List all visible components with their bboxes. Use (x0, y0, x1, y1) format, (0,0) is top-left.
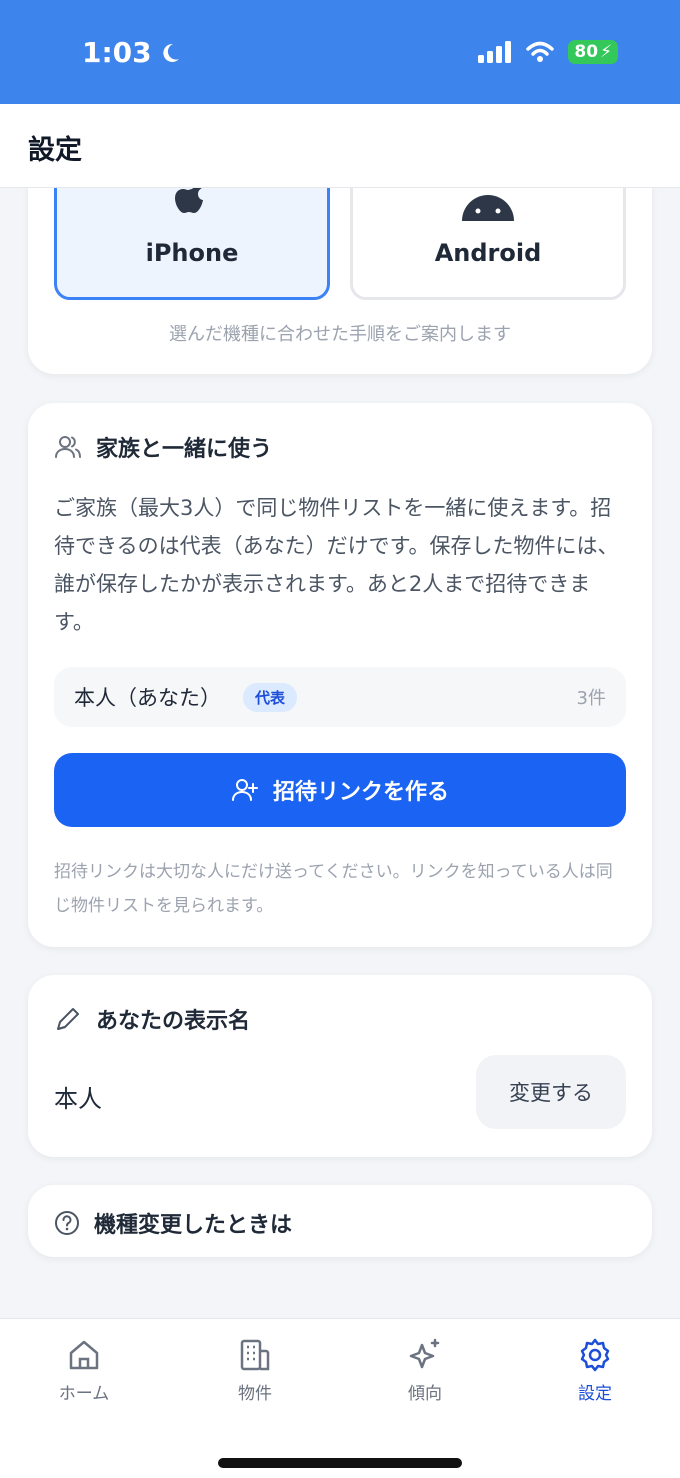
sparkles-icon (409, 1338, 440, 1369)
tab-home[interactable]: ホーム (24, 1337, 144, 1404)
status-bar: 1:03 80 ⚡ (0, 0, 680, 104)
battery-level: 80 (574, 42, 599, 62)
device-option-android[interactable]: Android (350, 188, 626, 300)
status-time: 1:03 (82, 36, 182, 69)
device-hint-text: 選んだ機種に合わせた手順をご案内します (169, 324, 511, 345)
page-title: 設定 (28, 135, 82, 166)
moon-icon (162, 43, 179, 62)
model-change-heading: 機種変更したときは (54, 1207, 292, 1239)
family-heading: 家族と一緒に使う (54, 431, 272, 463)
display-name-heading: あなたの表示名 (54, 1003, 250, 1035)
family-description: ご家族（最大3人）で同じ物件リストを一緒に使えます。招待できるのは代表（あなた）… (54, 496, 619, 634)
display-name-title: あなたの表示名 (96, 1009, 251, 1034)
family-sharing-card: 家族と一緒に使う ご家族（最大3人）で同じ物件リストを一緒に使えます。招待できる… (28, 403, 652, 947)
building-icon (240, 1339, 270, 1371)
battery-indicator: 80 ⚡ (568, 40, 618, 64)
display-name-card: あなたの表示名 本人 変更する (28, 975, 652, 1157)
tab-label: 物件 (238, 1384, 272, 1404)
tab-properties[interactable]: 物件 (195, 1337, 315, 1404)
wifi-icon (526, 41, 555, 62)
device-option-iphone[interactable]: iPhone (54, 188, 330, 300)
change-name-button[interactable]: 変更する (476, 1055, 626, 1129)
tab-trends[interactable]: 傾向 (365, 1337, 485, 1404)
member-saved-count: 3件 (576, 688, 606, 709)
device-select-card: iPhone Android 選んだ機種に合わせた手順をご案内します (28, 188, 652, 374)
settings-scroll-area[interactable]: iPhone Android 選んだ機種に合わせた手順をご案内します 家族と一緒… (0, 188, 680, 1318)
family-title: 家族と一緒に使う (96, 437, 273, 462)
android-icon (462, 195, 514, 221)
member-name: 本人（あなた） (74, 686, 221, 710)
gear-icon (580, 1338, 610, 1372)
apple-icon (175, 188, 203, 213)
create-invite-link-button[interactable]: 招待リンクを作る (54, 753, 626, 827)
signal-icon (478, 41, 512, 63)
home-icon (69, 1340, 99, 1370)
pencil-icon (57, 1008, 79, 1030)
representative-badge: 代表 (243, 682, 298, 712)
help-circle-icon (55, 1211, 79, 1235)
model-change-card[interactable]: 機種変更したときは (28, 1185, 652, 1257)
charging-icon: ⚡ (600, 42, 612, 62)
bottom-tab-bar: ホーム 物件 傾向 設定 (0, 1318, 680, 1478)
device-option-label: Android (434, 239, 542, 267)
user-plus-icon (231, 779, 258, 801)
member-row: 本人（あなた） 代表 3件 (54, 667, 626, 727)
users-icon (55, 436, 81, 458)
model-change-title: 機種変更したときは (94, 1213, 293, 1238)
device-option-label: iPhone (145, 239, 239, 267)
tab-label: 傾向 (408, 1384, 442, 1404)
status-right: 80 ⚡ (478, 40, 618, 64)
clock-text: 1:03 (82, 36, 152, 69)
display-name-value: 本人 (54, 1085, 102, 1113)
tab-label: ホーム (58, 1384, 110, 1404)
home-indicator (218, 1458, 462, 1468)
tab-settings[interactable]: 設定 (535, 1337, 655, 1404)
app-header: 設定 (0, 104, 680, 188)
invite-note: 招待リンクは大切な人にだけ送ってください。リンクを知っている人は同じ物件リストを… (54, 862, 613, 916)
tab-label: 設定 (578, 1384, 612, 1404)
invite-button-label: 招待リンクを作る (272, 780, 449, 805)
